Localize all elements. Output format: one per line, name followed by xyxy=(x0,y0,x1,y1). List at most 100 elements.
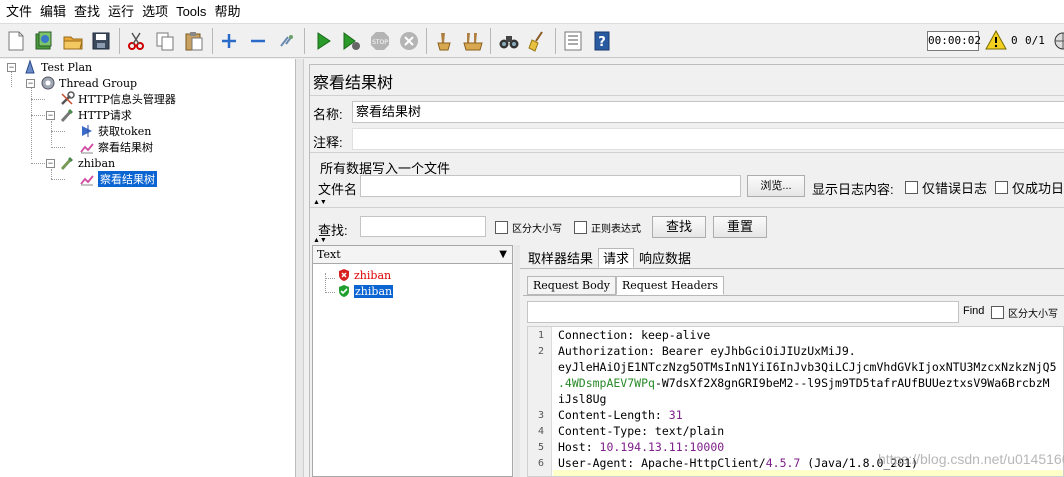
code-line: iJsl8Ug xyxy=(558,392,607,406)
tree-node-label: zhiban xyxy=(78,156,116,170)
gear-icon xyxy=(40,75,56,91)
start-icon[interactable] xyxy=(311,29,335,53)
tree-node-label: Thread Group xyxy=(59,76,138,90)
menu-help[interactable]: 帮助 xyxy=(210,0,244,24)
success-only-checkbox[interactable]: 仅成功日 xyxy=(995,178,1064,197)
copy-icon[interactable] xyxy=(153,29,177,53)
line-number: 5 xyxy=(537,442,544,453)
tree-toggle[interactable]: − xyxy=(7,63,16,72)
result-item[interactable]: zhiban xyxy=(337,268,391,282)
tree-node-view-results-2[interactable]: 察看结果树 xyxy=(79,171,157,187)
filename-label: 文件名 xyxy=(318,182,358,197)
name-field[interactable]: 察看结果树 xyxy=(352,101,1064,123)
tree-node-label: HTTP信息头管理器 xyxy=(78,93,176,106)
tree-node-label: 察看结果树 xyxy=(98,141,153,154)
result-item[interactable]: zhiban xyxy=(337,284,394,298)
menu-run[interactable]: 运行 xyxy=(104,0,138,24)
errors-only-label: 仅错误日志 xyxy=(922,181,988,196)
pipette-icon xyxy=(59,155,75,171)
line-number: 2 xyxy=(537,346,544,357)
errors-only-checkbox[interactable]: 仅错误日志 xyxy=(905,178,987,197)
expand-icon[interactable] xyxy=(217,29,241,53)
reset-button[interactable]: 重置 xyxy=(713,216,767,238)
find-case-checkbox[interactable]: 区分大小写 xyxy=(991,305,1058,320)
search-input[interactable] xyxy=(360,216,486,237)
chart-line-icon xyxy=(79,171,95,187)
function-helper-icon[interactable] xyxy=(561,29,585,53)
tree-node-test-plan[interactable]: Test Plan xyxy=(22,59,92,75)
save-icon[interactable] xyxy=(89,29,113,53)
tab-request-body[interactable]: Request Body xyxy=(527,276,616,295)
code-token: 31 xyxy=(668,408,683,422)
clear-all-icon[interactable] xyxy=(461,29,485,53)
shutdown-icon[interactable] xyxy=(397,29,421,53)
regex-checkbox[interactable]: 正则表达式 xyxy=(574,220,641,235)
cut-icon[interactable] xyxy=(124,29,148,53)
remote-globe-icon[interactable] xyxy=(1050,30,1064,55)
elapsed-timer: 00:00:02 xyxy=(927,31,981,51)
menu-options[interactable]: 选项 xyxy=(138,0,172,24)
tab-request[interactable]: 请求 xyxy=(598,248,635,268)
clear-icon[interactable] xyxy=(432,29,456,53)
toggle-icon[interactable] xyxy=(275,29,299,53)
search-binoculars-icon[interactable] xyxy=(497,29,521,53)
stop-icon[interactable]: STOP xyxy=(368,29,392,53)
test-plan-icon xyxy=(22,59,38,75)
reset-search-broom-icon[interactable] xyxy=(526,29,550,53)
code-token: 4.5.7 xyxy=(765,456,801,470)
comment-field[interactable] xyxy=(352,128,1064,150)
case-sensitive-label: 区分大小写 xyxy=(512,224,562,235)
tree-node-header-manager[interactable]: HTTP信息头管理器 xyxy=(59,91,176,107)
start-no-pauses-icon[interactable] xyxy=(339,29,363,53)
code-token: -W7dsXf2X8gnGRI9beM2--l9Sjm9TD5tafrAUfBU… xyxy=(654,376,1050,390)
tree-toggle[interactable]: − xyxy=(46,111,55,120)
menu-edit[interactable]: 编辑 xyxy=(36,0,70,24)
panel-splitter[interactable] xyxy=(296,59,304,477)
tree-toggle[interactable]: − xyxy=(26,79,35,88)
code-line: Connection: keep-alive xyxy=(558,328,711,342)
tab-response-data[interactable]: 响应数据 xyxy=(634,248,696,268)
templates-icon[interactable] xyxy=(32,29,56,53)
collapse-arrows[interactable]: ▲▼ xyxy=(313,237,327,244)
browse-button[interactable]: 浏览... xyxy=(747,175,805,197)
tree-node-label: 察看结果树 xyxy=(98,171,157,187)
warning-icon[interactable] xyxy=(985,29,1007,54)
tree-node-zhiban[interactable]: zhiban xyxy=(59,155,115,171)
toolbar: STOP ? 00:00:02 0 0/1 xyxy=(0,24,1064,58)
tab-request-headers[interactable]: Request Headers xyxy=(615,276,725,295)
tree-node-label: 获取token xyxy=(98,125,152,138)
find-case-label: 区分大小写 xyxy=(1008,309,1058,320)
menu-search[interactable]: 查找 xyxy=(70,0,104,24)
case-sensitive-checkbox[interactable]: 区分大小写 xyxy=(495,220,562,235)
tree-node-get-token[interactable]: 获取token xyxy=(79,123,151,139)
tree-node-view-results-1[interactable]: 察看结果树 xyxy=(79,139,153,155)
find-button[interactable]: 查找 xyxy=(652,216,706,238)
code-token: Content-Length: xyxy=(558,408,669,422)
result-label: zhiban xyxy=(354,268,392,282)
collapse-arrows[interactable]: ▲▼ xyxy=(313,199,327,206)
menu-file[interactable]: 文件 xyxy=(2,0,36,24)
code-line: eyJleHAiOjE1NTczNzg5OTMsInN1YiI6InJvb3Qi… xyxy=(558,360,1057,374)
tree-node-http-request[interactable]: HTTP请求 xyxy=(59,107,132,123)
open-icon[interactable] xyxy=(61,29,85,53)
tree-toggle[interactable]: − xyxy=(46,159,55,168)
test-plan-tree: − Test Plan − Thread Group HTTP信息头管理器 − … xyxy=(0,59,296,477)
active-threads: 0/1 xyxy=(1025,34,1045,47)
filename-input[interactable] xyxy=(360,175,741,197)
results-splitter[interactable] xyxy=(514,245,520,477)
paste-icon[interactable] xyxy=(182,29,206,53)
code-line: Host: 10.194.13.11:10000 xyxy=(558,440,724,454)
extractor-icon xyxy=(79,123,95,139)
collapse-icon[interactable] xyxy=(246,29,270,53)
help-icon[interactable]: ? xyxy=(590,29,614,53)
svg-text:STOP: STOP xyxy=(372,39,388,46)
tree-node-label: HTTP请求 xyxy=(78,109,132,122)
results-list: Text ▼ zhiban zhiban xyxy=(312,245,513,477)
new-icon[interactable] xyxy=(4,29,28,53)
menu-tools[interactable]: Tools xyxy=(172,0,210,24)
error-count: 0 xyxy=(1011,34,1018,47)
tab-sampler-result[interactable]: 取样器结果 xyxy=(523,248,598,268)
tree-node-thread-group[interactable]: Thread Group xyxy=(40,75,137,91)
renderer-select[interactable]: Text ▼ xyxy=(313,246,512,264)
find-in-text-input[interactable] xyxy=(527,301,959,323)
